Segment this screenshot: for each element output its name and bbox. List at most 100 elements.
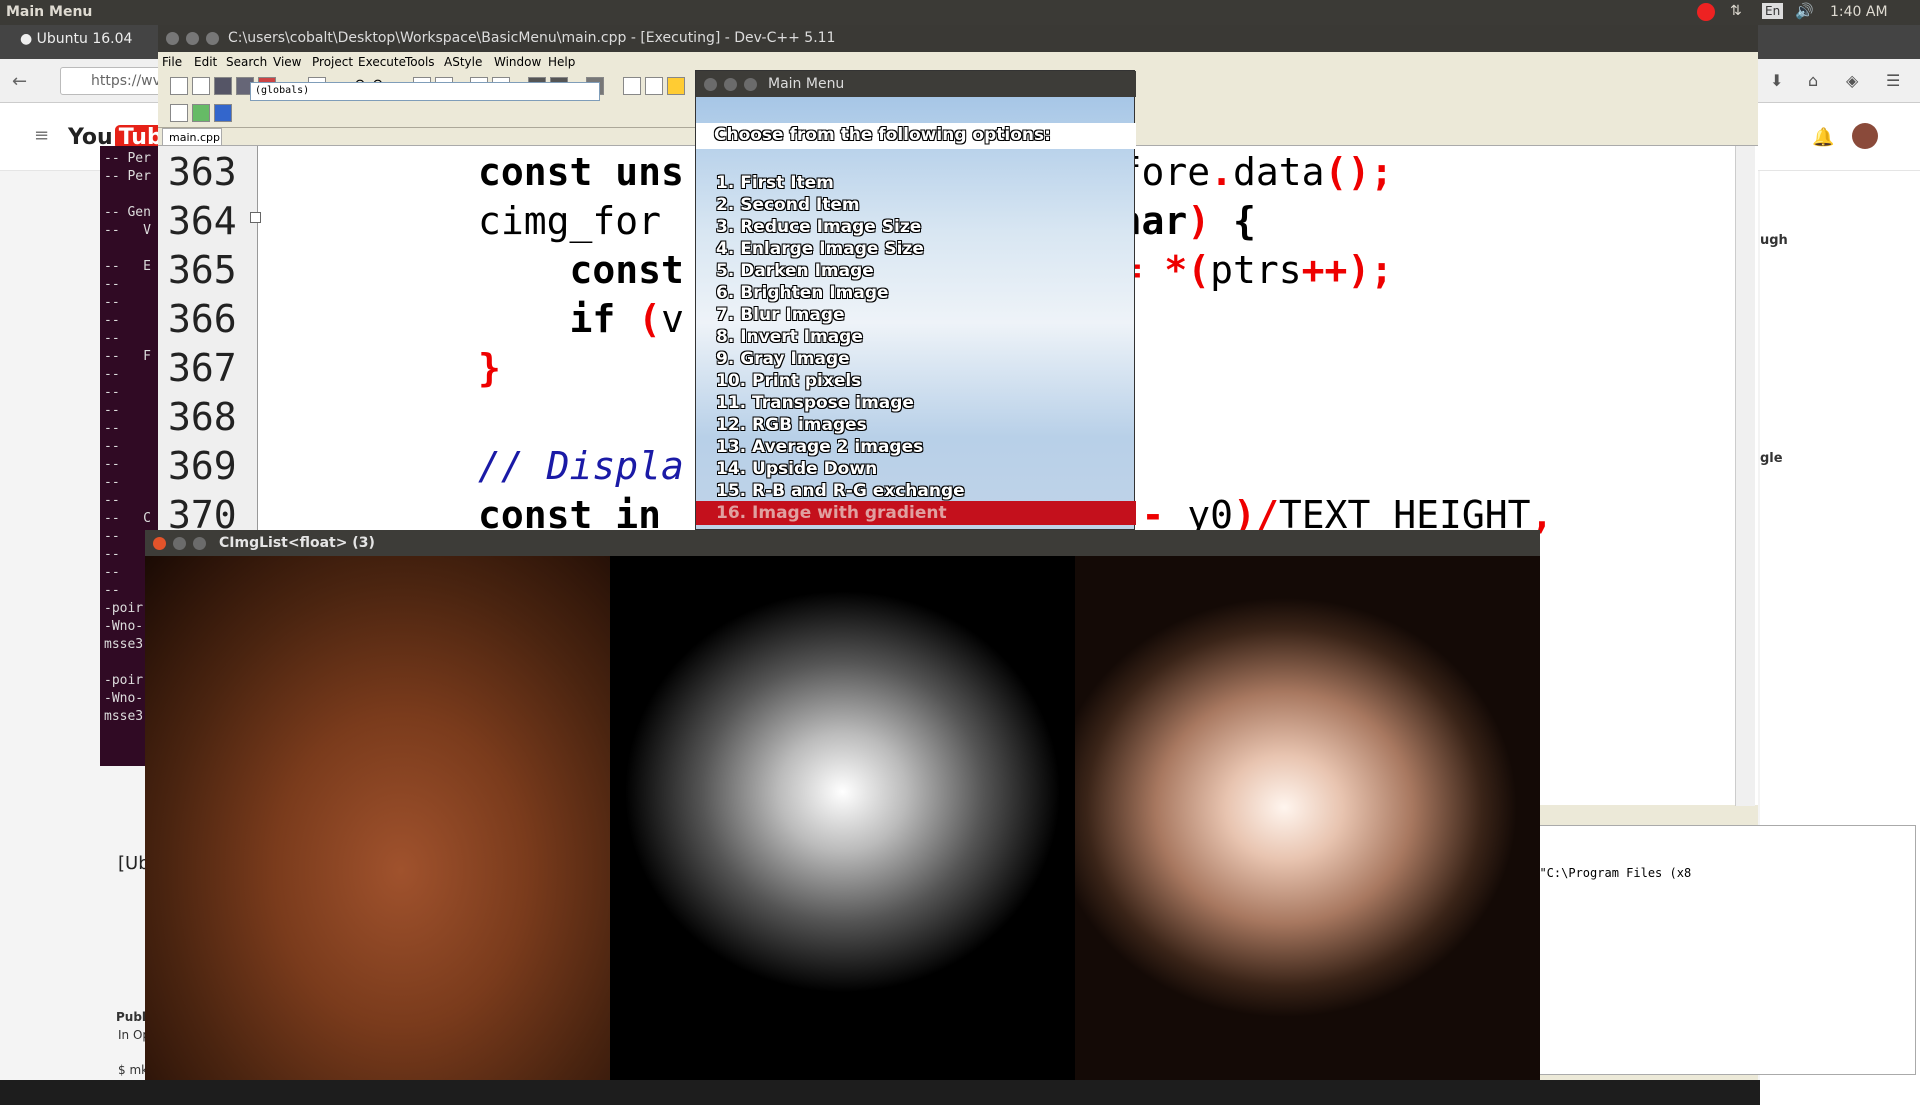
project-add-icon[interactable] (192, 104, 210, 122)
sidebar-text: gle (1760, 451, 1783, 466)
close-icon[interactable] (153, 537, 166, 550)
menu-item[interactable]: 3. Reduce Image Size (716, 217, 921, 237)
menu-tools[interactable]: Tools (405, 55, 435, 69)
active-window-title: Main Menu (6, 4, 93, 20)
menu-item[interactable]: 14. Upside Down (716, 459, 877, 479)
terminal-line: -- Per (104, 151, 151, 166)
menu-item[interactable]: 11. Transpose image (716, 393, 914, 413)
avatar[interactable] (1852, 123, 1878, 149)
menu-execute[interactable]: Execute (358, 55, 406, 69)
color-icon[interactable] (667, 77, 685, 95)
line-number: 365 (168, 248, 237, 292)
gradient-image[interactable] (610, 556, 1075, 1080)
menu-help[interactable]: Help (548, 55, 575, 69)
menu-header: Choose from the following options: (696, 123, 1136, 149)
menu-item[interactable]: 1. First Item (716, 173, 834, 193)
terminal-line: -- Per (104, 169, 151, 184)
class-browser-icon[interactable] (645, 77, 663, 95)
main-menu-title: Main Menu (768, 76, 845, 92)
pocket-icon[interactable]: ◈ (1846, 71, 1858, 90)
save-icon[interactable] (214, 77, 232, 95)
network-icon[interactable]: ⇅ (1730, 3, 1742, 19)
terminal-line: -- (104, 493, 120, 508)
terminal-line: -- (104, 313, 120, 328)
sidebar-text: ugh (1760, 233, 1788, 248)
menu-item[interactable]: 13. Average 2 images (716, 437, 923, 457)
minimize-icon[interactable] (173, 537, 186, 550)
cimg-title: CImgList<float> (3) (219, 535, 375, 551)
menu-item[interactable]: 6. Brighten Image (716, 283, 889, 303)
close-icon[interactable] (704, 78, 717, 91)
menu-item[interactable]: 4. Enlarge Image Size (716, 239, 924, 259)
maximize-icon[interactable] (206, 32, 219, 45)
menu-view[interactable]: View (273, 55, 301, 69)
ubuntu-top-panel: Main Menu ⇅ En 🔊 1:40 AM (0, 0, 1920, 25)
terminal-line: -- F (104, 349, 151, 364)
browser-tab[interactable]: ● Ubuntu 16.04 (20, 31, 132, 47)
github-icon: ● (20, 31, 33, 47)
menu-item[interactable]: 15. R-B and R-G exchange (716, 481, 965, 501)
terminal-line: -- Gen (104, 205, 151, 220)
fold-marker[interactable] (250, 212, 261, 223)
download-icon[interactable]: ⬇ (1770, 71, 1783, 90)
browser-tab-label: Ubuntu 16.04 (36, 31, 133, 47)
description-text: $ mk (118, 1063, 149, 1077)
minimize-icon[interactable] (724, 78, 737, 91)
terminal-line: -- (104, 421, 120, 436)
menu-item[interactable]: 2. Second Item (716, 195, 860, 215)
menu-search[interactable]: Search (226, 55, 267, 69)
line-number: 369 (168, 444, 237, 488)
menu-window[interactable]: Window (494, 55, 541, 69)
menu-item[interactable]: 10. Print pixels (716, 371, 861, 391)
line-number: 368 (168, 395, 237, 439)
devcpp-menubar: File Edit Search View Project Execute Tools ASt… (158, 52, 1758, 72)
menu-item[interactable]: 8. Invert Image (716, 327, 863, 347)
menu-item[interactable]: 5. Darken Image (716, 261, 874, 281)
open-file-icon[interactable] (192, 77, 210, 95)
original-image[interactable] (145, 556, 610, 1080)
notifications-icon[interactable]: 🔔 (1812, 127, 1834, 148)
tab-main-cpp[interactable]: main.cpp (162, 128, 222, 146)
terminal-line: -- V (104, 223, 151, 238)
main-menu-window: Main Menu Choose from the following opti… (695, 70, 1136, 530)
minimize-icon[interactable] (186, 32, 199, 45)
menu-astyle[interactable]: AStyle (444, 55, 482, 69)
terminal-line: -- (104, 475, 120, 490)
record-indicator-icon[interactable] (1697, 3, 1715, 21)
clock[interactable]: 1:40 AM (1830, 4, 1888, 20)
menu-project[interactable]: Project (312, 55, 353, 69)
line-number: 366 (168, 297, 237, 341)
volume-icon[interactable]: 🔊 (1795, 2, 1814, 20)
menu-file[interactable]: File (162, 55, 182, 69)
grid-icon[interactable] (623, 77, 641, 95)
terminal-line: -- (104, 385, 120, 400)
maximize-icon[interactable] (193, 537, 206, 550)
terminal-line: -- (104, 403, 120, 418)
menu-item[interactable]: 16. Image with gradient (716, 503, 947, 523)
result-image[interactable] (1075, 556, 1540, 1080)
scope-combo[interactable]: (globals) (250, 82, 600, 101)
home-icon[interactable]: ⌂ (1808, 71, 1818, 90)
cimg-titlebar: CImgList<float> (3) (145, 530, 1540, 556)
editor-scrollbar[interactable] (1735, 146, 1755, 806)
project-options-icon[interactable] (214, 104, 232, 122)
terminal-line: -- E (104, 259, 151, 274)
terminal-line: -- (104, 331, 120, 346)
keyboard-language-indicator[interactable]: En (1762, 3, 1784, 19)
project-new-icon[interactable] (170, 104, 188, 122)
menu-item[interactable]: 7. Blur Image (716, 305, 845, 325)
menu-edit[interactable]: Edit (194, 55, 217, 69)
hamburger-icon[interactable]: ≡ (34, 125, 49, 146)
terminal-line: -- (104, 277, 120, 292)
new-file-icon[interactable] (170, 77, 188, 95)
compiler-log-text: -I"C:\Program Files (x8 (1525, 866, 1692, 880)
back-icon[interactable]: ← (12, 71, 27, 92)
maximize-icon[interactable] (744, 78, 757, 91)
menu-item[interactable]: 9. Gray Image (716, 349, 850, 369)
menu-icon[interactable]: ☰ (1886, 71, 1900, 90)
close-icon[interactable] (166, 32, 179, 45)
main-menu-titlebar: Main Menu (696, 71, 1136, 97)
terminal-line: -- (104, 439, 120, 454)
menu-item[interactable]: 12. RGB images (716, 415, 867, 435)
